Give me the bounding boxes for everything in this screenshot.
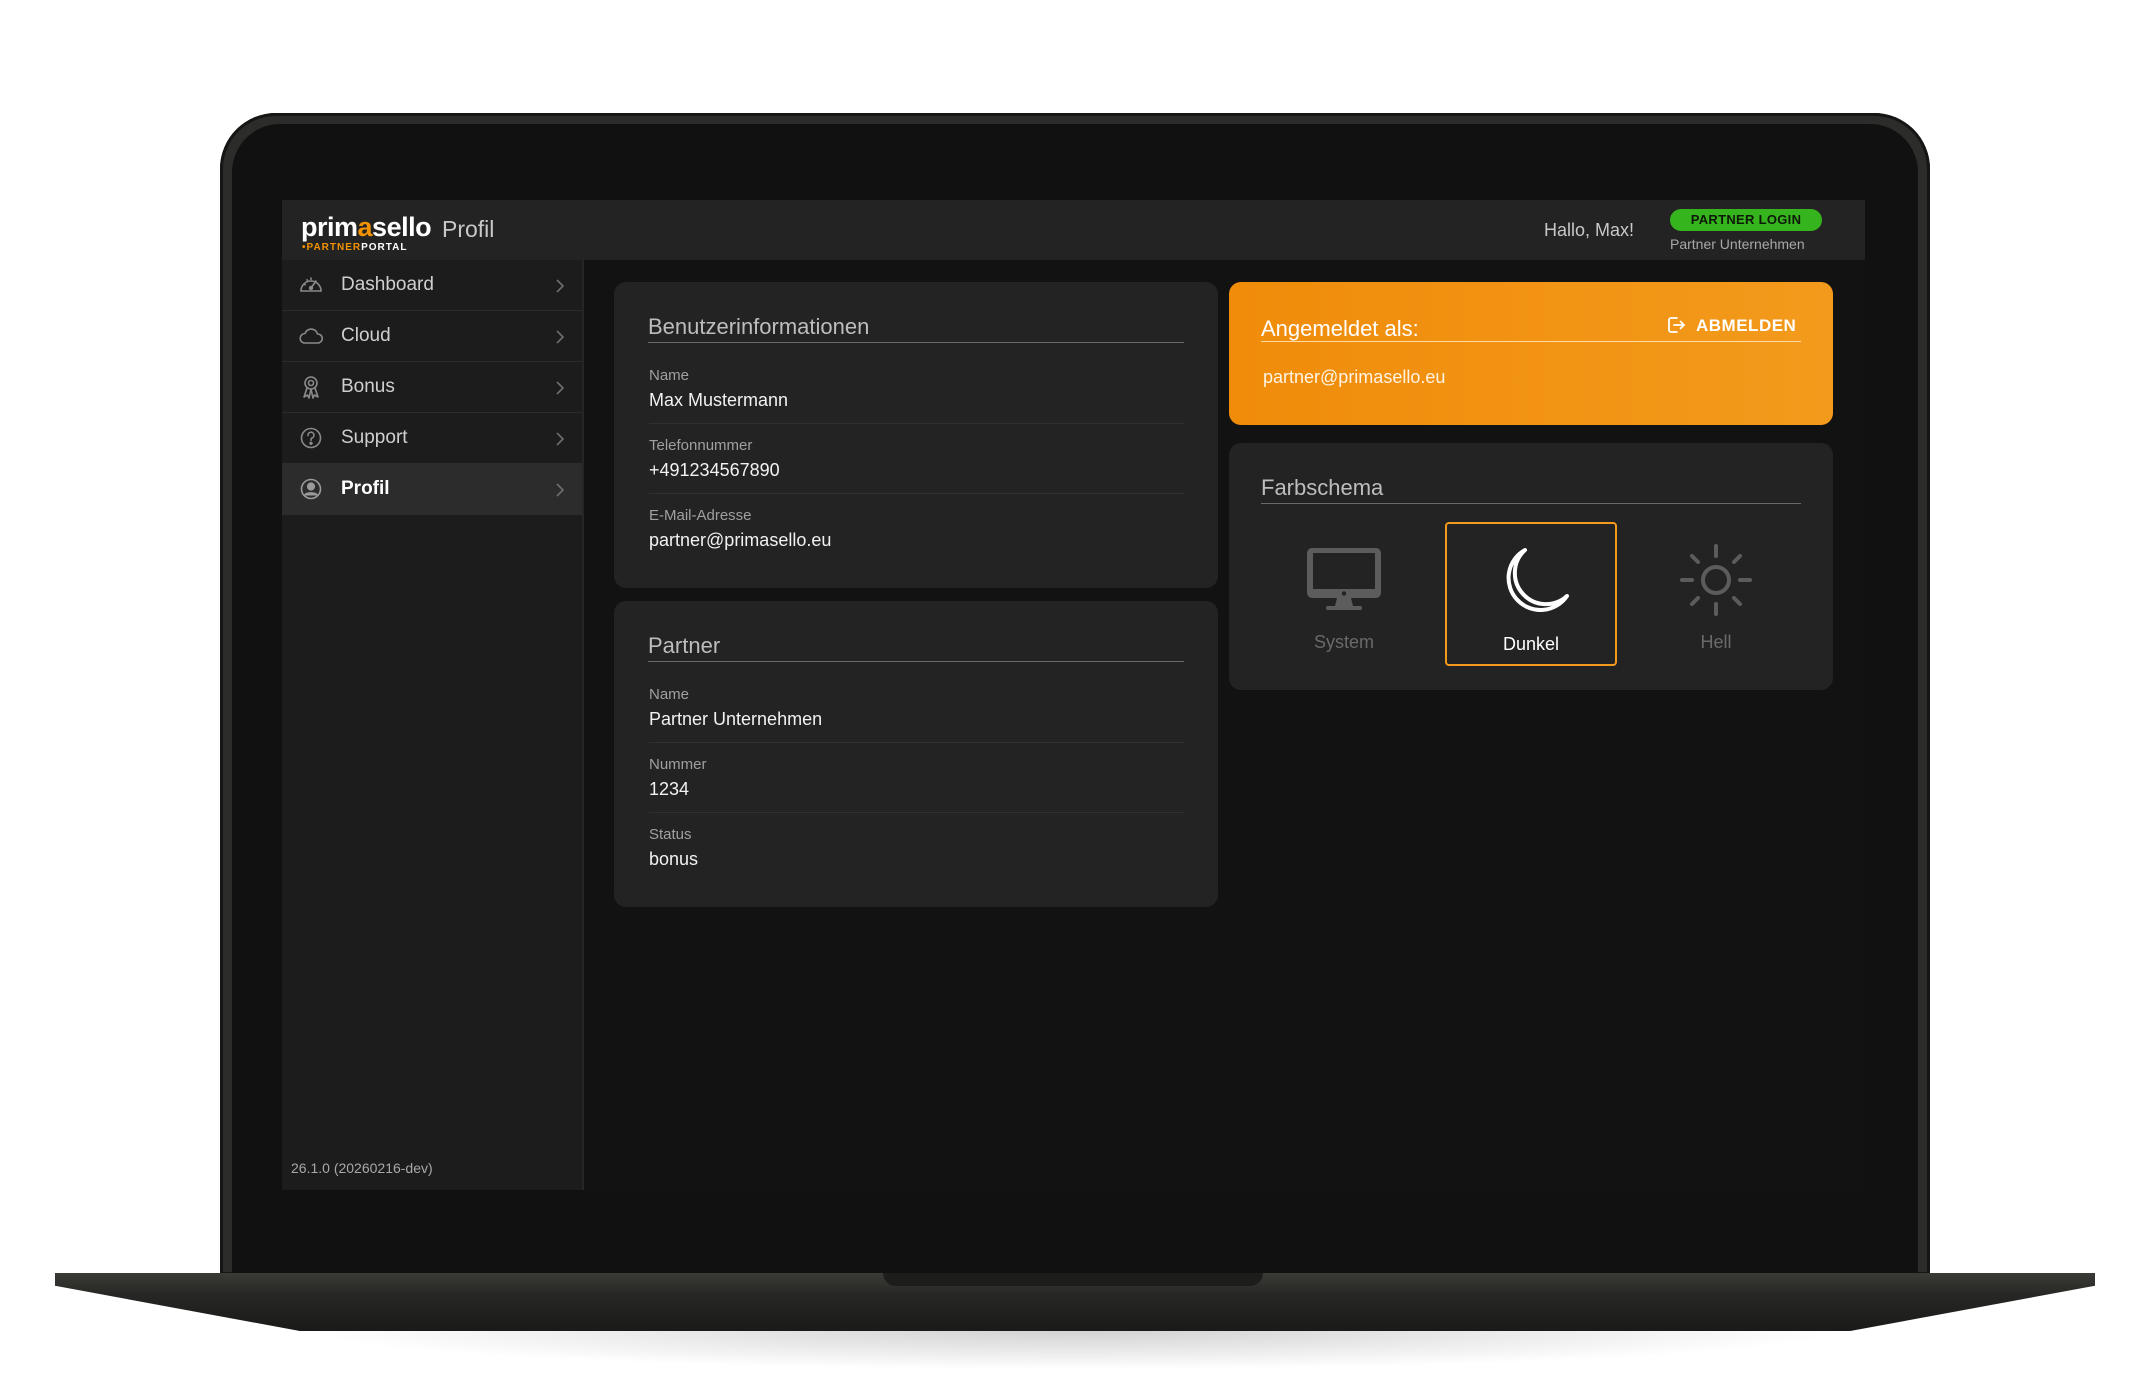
- sidebar-item-dashboard[interactable]: Dashboard: [282, 260, 582, 311]
- field-value-phone: +491234567890: [649, 460, 780, 480]
- field-label: Nummer: [649, 756, 707, 773]
- laptop-shadow: [300, 1330, 1850, 1370]
- sidebar-item-label: Cloud: [341, 325, 391, 346]
- top-bar: primasello •PARTNERPORTAL Profil Hallo, …: [282, 200, 1865, 260]
- logo[interactable]: primasello •PARTNERPORTAL: [301, 212, 432, 253]
- user-icon: [300, 478, 322, 500]
- user-greeting: Hallo, Max!: [1544, 220, 1635, 240]
- color-scheme-card: Farbschema System Dunkel Hell: [1229, 443, 1833, 690]
- chevron-right-icon: [556, 432, 565, 446]
- sidebar-item-label: Bonus: [341, 376, 395, 397]
- card-divider: [1261, 341, 1801, 342]
- field-separator: [649, 493, 1184, 494]
- partner-login-badge: PARTNER LOGIN: [1670, 209, 1822, 231]
- theme-option-system[interactable]: System: [1258, 522, 1430, 666]
- logged-in-email: partner@primasello.eu: [1263, 367, 1446, 387]
- field-separator: [649, 812, 1184, 813]
- card-divider: [648, 342, 1184, 343]
- app-screen: primasello •PARTNERPORTAL Profil Hallo, …: [282, 200, 1865, 1190]
- help-icon: [300, 427, 322, 449]
- theme-label: Dunkel: [1502, 634, 1560, 654]
- logged-in-card: Angemeldet als: ABMELDEN partner@primase…: [1229, 282, 1833, 425]
- card-title: Partner: [648, 633, 721, 658]
- field-label: Telefonnummer: [649, 437, 753, 454]
- sidebar-item-cloud[interactable]: Cloud: [282, 311, 582, 362]
- field-value-email: partner@primasello.eu: [649, 530, 832, 550]
- field-value-partner-status: bonus: [649, 849, 699, 869]
- theme-label: Hell: [1700, 632, 1732, 652]
- field-separator: [649, 423, 1184, 424]
- logo-wordmark: primasello: [301, 212, 432, 242]
- page-title: Profil: [442, 216, 495, 242]
- field-label: E-Mail-Adresse: [649, 507, 752, 524]
- field-value-name: Max Mustermann: [649, 390, 789, 410]
- logo-subtitle: •PARTNERPORTAL: [302, 242, 408, 253]
- moon-icon: [1506, 548, 1569, 612]
- chevron-right-icon: [556, 330, 565, 344]
- sidebar: Dashboard Cloud Bonus Support Profil 26.…: [282, 260, 584, 1190]
- card-divider: [1261, 503, 1801, 504]
- chevron-right-icon: [556, 381, 565, 395]
- field-value-partner-number: 1234: [649, 779, 690, 799]
- theme-option-hell[interactable]: Hell: [1630, 522, 1802, 666]
- partner-card: Partner Name Partner Unternehmen Nummer …: [614, 601, 1218, 907]
- field-separator: [649, 742, 1184, 743]
- field-value-partner-name: Partner Unternehmen: [649, 709, 823, 729]
- sidebar-item-bonus[interactable]: Bonus: [282, 362, 582, 413]
- card-title: Angemeldet als:: [1261, 316, 1419, 341]
- field-label: Status: [649, 826, 692, 843]
- theme-label: System: [1313, 632, 1374, 652]
- logout-label: ABMELDEN: [1696, 316, 1797, 335]
- cloud-icon: [299, 328, 324, 344]
- logout-icon: [1668, 317, 1685, 333]
- card-divider: [648, 661, 1184, 662]
- theme-option-dunkel[interactable]: Dunkel: [1445, 522, 1617, 666]
- app-version: 26.1.0 (20260216-dev): [291, 1160, 433, 1176]
- sidebar-item-label: Dashboard: [341, 274, 434, 295]
- user-info-card: Benutzerinformationen Name Max Musterman…: [614, 282, 1218, 588]
- card-title: Farbschema: [1261, 475, 1384, 500]
- sun-icon: [1680, 544, 1752, 616]
- gauge-icon: [300, 277, 322, 292]
- sidebar-item-support[interactable]: Support: [282, 413, 582, 464]
- chevron-right-icon: [556, 279, 565, 293]
- chevron-right-icon: [556, 483, 565, 497]
- award-icon: [303, 376, 319, 399]
- laptop-notch: [883, 1273, 1263, 1286]
- sidebar-item-profil[interactable]: Profil: [282, 464, 582, 515]
- field-label: Name: [649, 367, 690, 384]
- field-label: Name: [649, 686, 690, 703]
- company-name: Partner Unternehmen: [1670, 236, 1805, 252]
- sidebar-item-label: Support: [341, 427, 408, 448]
- sidebar-item-label: Profil: [341, 478, 390, 499]
- monitor-icon: [1307, 548, 1381, 610]
- card-title: Benutzerinformationen: [648, 314, 870, 339]
